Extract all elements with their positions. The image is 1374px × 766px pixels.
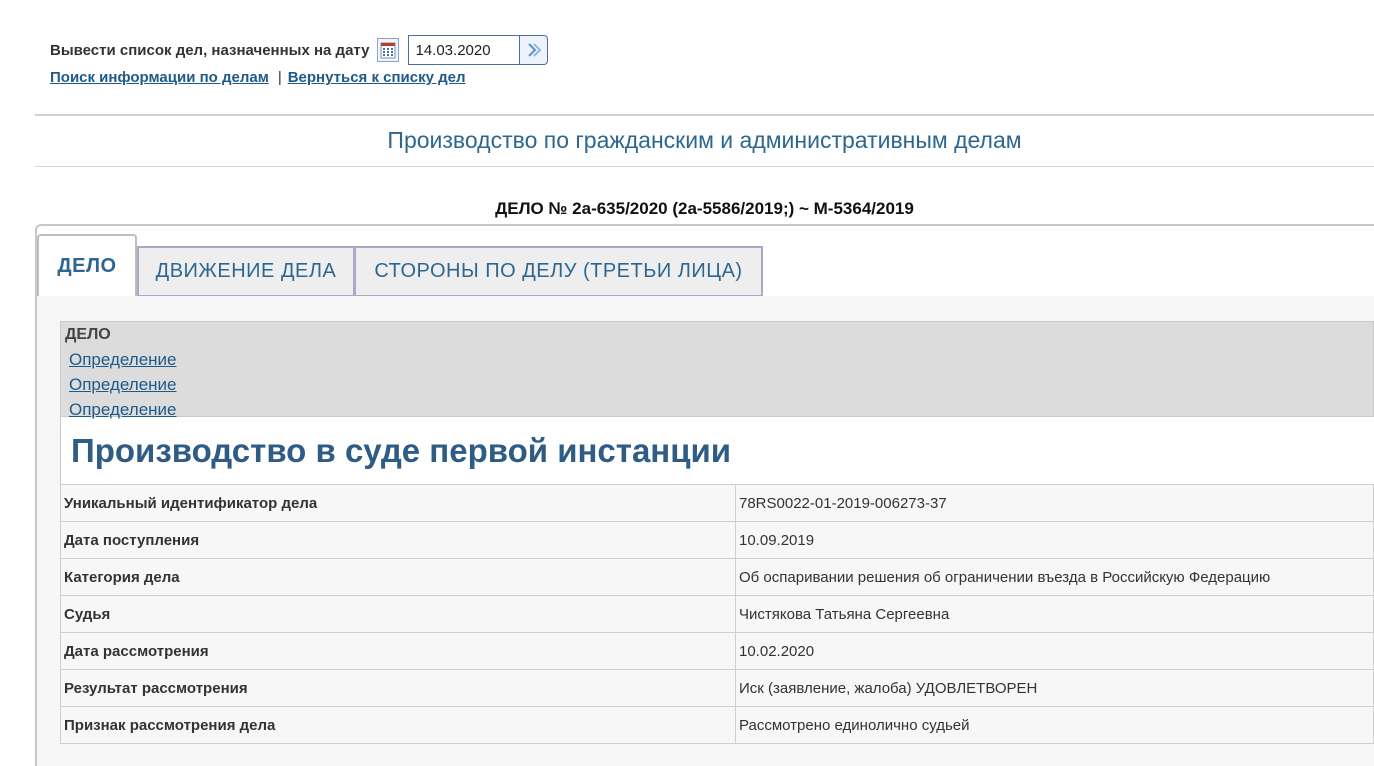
case-content: ДЕЛО Определение Определение Определение… — [60, 321, 1374, 744]
divider-top — [35, 114, 1374, 116]
date-filter-bar: Вывести список дел, назначенных на дату … — [50, 35, 549, 86]
table-row: Категория дела Об оспаривании решения об … — [60, 558, 1374, 596]
table-row: Судья Чистякова Татьяна Сергеевна — [60, 595, 1374, 633]
documents-header: ДЕЛО — [65, 326, 111, 343]
back-to-list-link[interactable]: Вернуться к списку дел — [288, 69, 466, 86]
info-key: Категория дела — [60, 558, 736, 596]
info-value: 10.02.2020 — [735, 632, 1374, 670]
table-row: Признак рассмотрения дела Рассмотрено еди… — [60, 706, 1374, 744]
info-key: Признак рассмотрения дела — [60, 706, 736, 744]
date-filter-row: Вывести список дел, назначенных на дату — [50, 35, 549, 65]
divider-bottom — [35, 166, 1374, 167]
tab-parties[interactable]: СТОРОНЫ ПО ДЕЛУ (ТРЕТЬИ ЛИЦА) — [354, 246, 763, 297]
table-row: Результат рассмотрения Иск (заявление, жа… — [60, 669, 1374, 707]
date-filter-label: Вывести список дел, назначенных на дату — [50, 41, 370, 59]
table-row: Дата рассмотрения 10.02.2020 — [60, 632, 1374, 670]
case-title: ДЕЛО № 2а-635/2020 (2а-5586/2019;) ~ М-5… — [495, 199, 914, 218]
table-row: Уникальный идентификатор дела 78RS0022-01… — [60, 484, 1374, 522]
info-value: 78RS0022-01-2019-006273-37 — [735, 484, 1374, 522]
case-panel: ДЕЛО ДВИЖЕНИЕ ДЕЛА СТОРОНЫ ПО ДЕЛУ (ТРЕТ… — [35, 224, 1374, 766]
link-separator: | — [277, 69, 282, 86]
tab-case[interactable]: ДЕЛО — [37, 234, 137, 297]
info-value: Рассмотрено единолично судьей — [735, 706, 1374, 744]
info-key: Результат рассмотрения — [60, 669, 736, 707]
info-value: Об оспаривании решения об ограничении въ… — [735, 558, 1374, 596]
section-title: Производство по гражданским и администра… — [387, 127, 1022, 153]
date-input[interactable] — [408, 35, 521, 65]
info-value: 10.09.2019 — [735, 521, 1374, 559]
instance-title: Производство в суде первой инстанции — [60, 417, 1374, 484]
info-value: Чистякова Татьяна Сергеевна — [735, 595, 1374, 633]
document-link[interactable]: Определение — [65, 348, 1369, 373]
search-cases-link[interactable]: Поиск информации по делам — [50, 69, 269, 86]
tab-content: ДЕЛО Определение Определение Определение… — [37, 296, 1374, 766]
nav-links: Поиск информации по делам | Вернуться к сп… — [50, 69, 548, 86]
document-link[interactable]: Определение — [65, 373, 1369, 398]
documents-block: ДЕЛО Определение Определение Определение — [60, 321, 1374, 419]
info-key: Уникальный идентификатор дела — [60, 484, 736, 522]
tab-case-movement[interactable]: ДВИЖЕНИЕ ДЕЛА — [137, 246, 355, 297]
info-value: Иск (заявление, жалоба) УДОВЛЕТВОРЕН — [735, 669, 1374, 707]
info-key: Дата рассмотрения — [60, 632, 736, 670]
info-key: Дата поступления — [60, 521, 736, 559]
info-key: Судья — [60, 595, 736, 633]
calendar-icon[interactable] — [377, 38, 400, 62]
arrow-right-icon[interactable] — [520, 35, 549, 65]
table-row: Дата поступления 10.09.2019 — [60, 521, 1374, 559]
case-info-table: Уникальный идентификатор дела 78RS0022-01… — [60, 484, 1374, 744]
